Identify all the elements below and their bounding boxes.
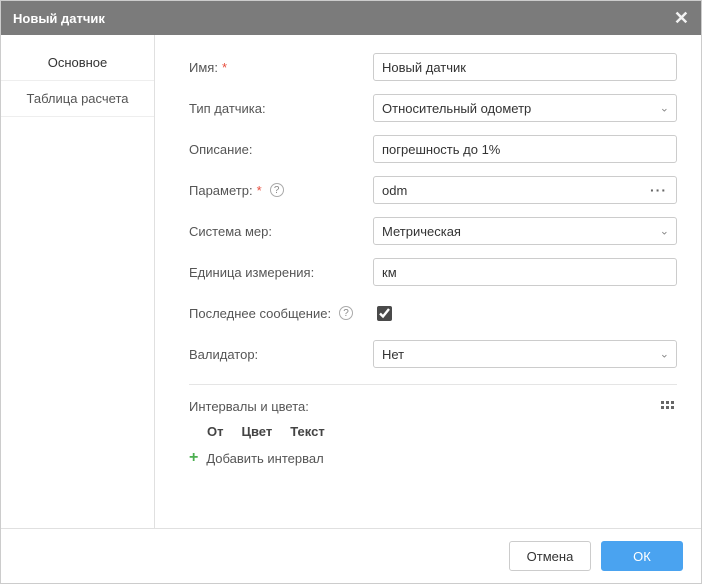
lastmsg-checkbox[interactable]: [377, 306, 392, 321]
type-value: Относительный одометр: [382, 101, 531, 116]
tab-table-label: Таблица расчета: [26, 91, 128, 106]
add-interval-label: Добавить интервал: [206, 451, 323, 466]
plus-icon: +: [189, 449, 198, 467]
footer: Отмена ОК: [1, 528, 701, 583]
required-mark: *: [257, 183, 262, 198]
help-icon[interactable]: ?: [270, 183, 284, 197]
content: Имя: * Тип датчика: Относительный одомет…: [155, 35, 701, 528]
type-select[interactable]: Относительный одометр: [373, 94, 677, 122]
grid-icon[interactable]: [661, 401, 677, 413]
dialog-body: Основное Таблица расчета Имя: * Тип датч…: [1, 35, 701, 528]
intervals-title: Интервалы и цвета:: [189, 399, 309, 414]
tabs: Основное Таблица расчета: [1, 35, 155, 528]
label-unit: Единица измерения:: [189, 265, 373, 280]
col-color: Цвет: [241, 424, 272, 439]
sensor-dialog: Новый датчик ✕ Основное Таблица расчета …: [0, 0, 702, 584]
parameter-input[interactable]: [373, 176, 677, 204]
row-description: Описание:: [189, 135, 677, 163]
required-mark: *: [222, 60, 227, 75]
tab-table[interactable]: Таблица расчета: [1, 81, 154, 117]
col-text: Текст: [290, 424, 324, 439]
dialog-title: Новый датчик: [13, 11, 105, 26]
label-type: Тип датчика:: [189, 101, 373, 116]
validator-select[interactable]: Нет: [373, 340, 677, 368]
divider: [189, 384, 677, 385]
row-validator: Валидатор: Нет ⌄: [189, 340, 677, 368]
tab-basic-label: Основное: [48, 55, 108, 70]
intervals-columns: От Цвет Текст: [189, 424, 677, 439]
intervals-header: Интервалы и цвета:: [189, 399, 677, 414]
row-parameter: Параметр: * ? ···: [189, 176, 677, 204]
unit-input[interactable]: [373, 258, 677, 286]
ok-button[interactable]: ОК: [601, 541, 683, 571]
row-lastmsg: Последнее сообщение: ?: [189, 299, 677, 327]
col-from: От: [207, 424, 223, 439]
label-system: Система мер:: [189, 224, 373, 239]
name-input[interactable]: [373, 53, 677, 81]
titlebar: Новый датчик ✕: [1, 1, 701, 35]
system-value: Метрическая: [382, 224, 461, 239]
system-select[interactable]: Метрическая: [373, 217, 677, 245]
validator-value: Нет: [382, 347, 404, 362]
help-icon[interactable]: ?: [339, 306, 353, 320]
add-interval-button[interactable]: + Добавить интервал: [189, 449, 677, 467]
row-unit: Единица измерения:: [189, 258, 677, 286]
row-system: Система мер: Метрическая ⌄: [189, 217, 677, 245]
label-description: Описание:: [189, 142, 373, 157]
close-icon[interactable]: ✕: [674, 8, 689, 29]
tab-basic[interactable]: Основное: [1, 45, 154, 81]
label-lastmsg: Последнее сообщение: ?: [189, 306, 373, 321]
description-input[interactable]: [373, 135, 677, 163]
row-name: Имя: *: [189, 53, 677, 81]
label-name: Имя: *: [189, 60, 373, 75]
label-validator: Валидатор:: [189, 347, 373, 362]
row-type: Тип датчика: Относительный одометр ⌄: [189, 94, 677, 122]
ellipsis-icon[interactable]: ···: [646, 182, 671, 198]
cancel-button[interactable]: Отмена: [509, 541, 591, 571]
label-parameter: Параметр: * ?: [189, 183, 373, 198]
